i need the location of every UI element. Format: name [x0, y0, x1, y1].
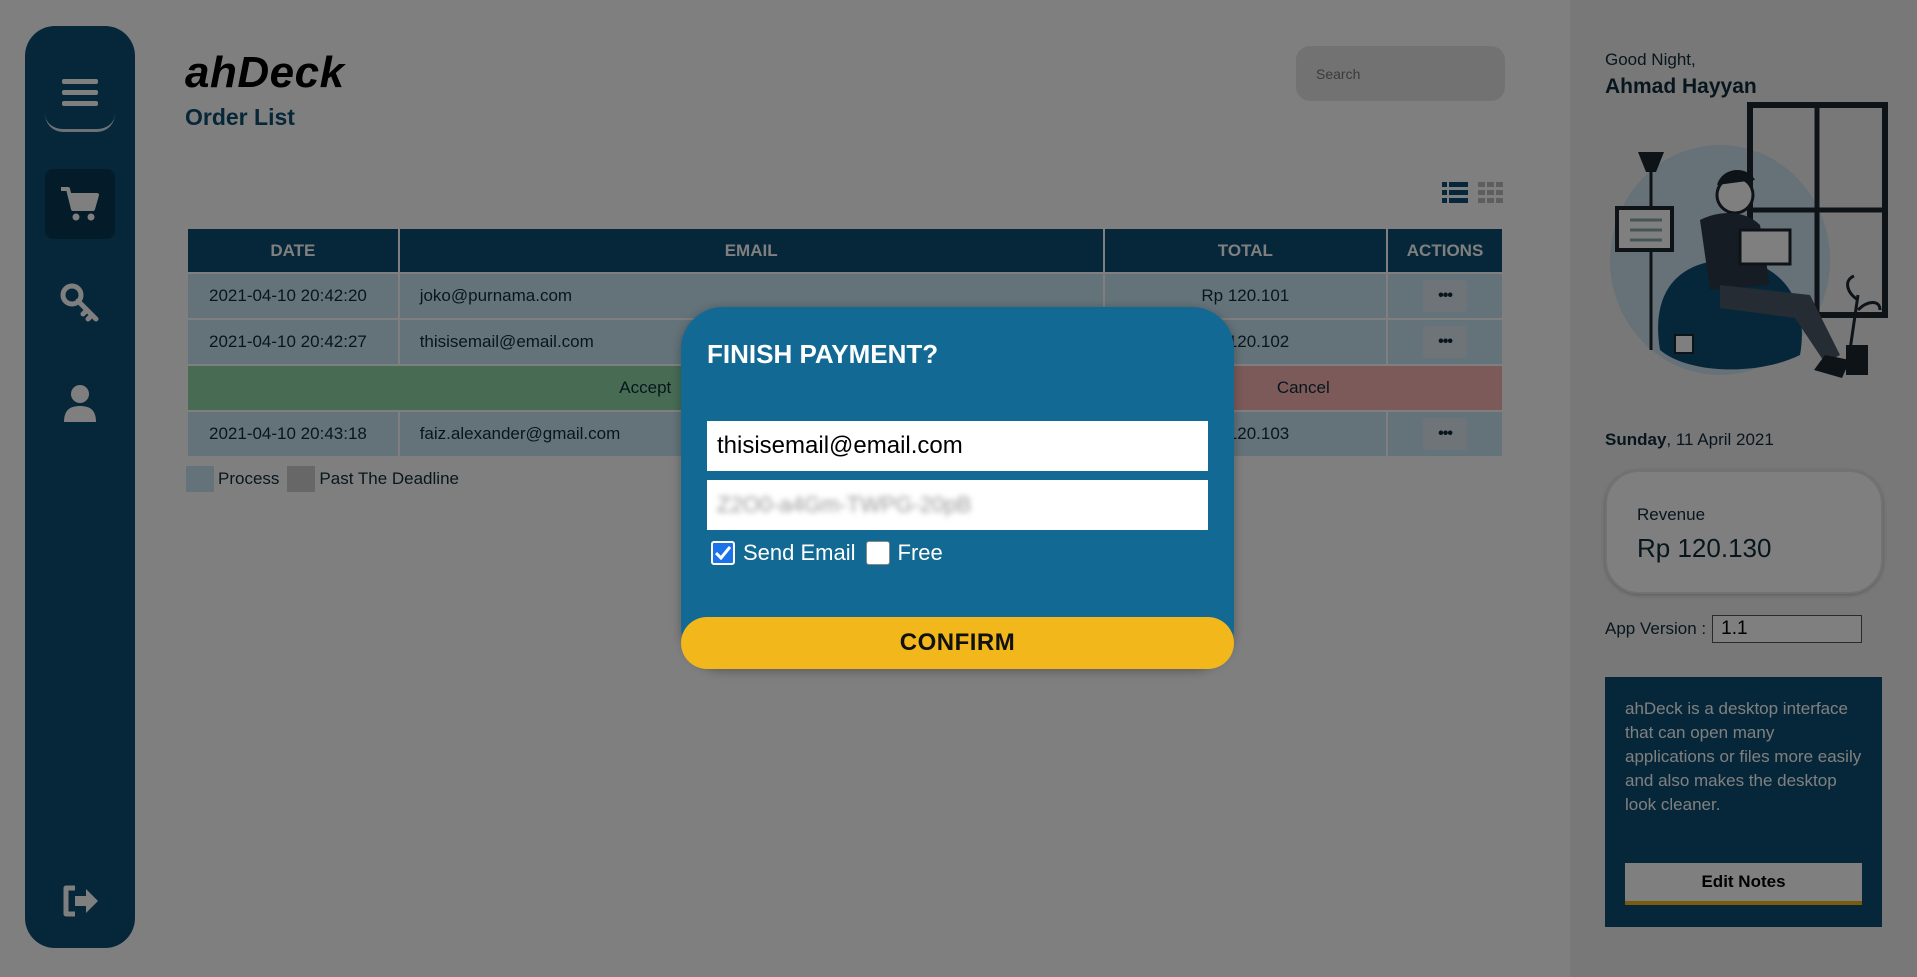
dialog-title: FINISH PAYMENT?: [707, 339, 939, 369]
check-icon: [715, 546, 731, 560]
license-code-value: Z2O0-a4Gm-TWPG-20pB: [717, 492, 972, 517]
confirm-button[interactable]: CONFIRM: [681, 617, 1234, 669]
free-label: Free: [897, 540, 943, 565]
license-code-field[interactable]: Z2O0-a4Gm-TWPG-20pB: [707, 480, 1208, 530]
free-checkbox[interactable]: [865, 541, 890, 565]
send-email-checkbox[interactable]: [711, 541, 735, 565]
send-email-label: Send Email: [743, 540, 856, 565]
finish-payment-dialog: FINISH PAYMENT? Z2O0-a4Gm-TWPG-20pB Send…: [681, 307, 1234, 669]
email-field[interactable]: [707, 421, 1208, 471]
dialog-options: Send Email Free: [711, 540, 953, 566]
